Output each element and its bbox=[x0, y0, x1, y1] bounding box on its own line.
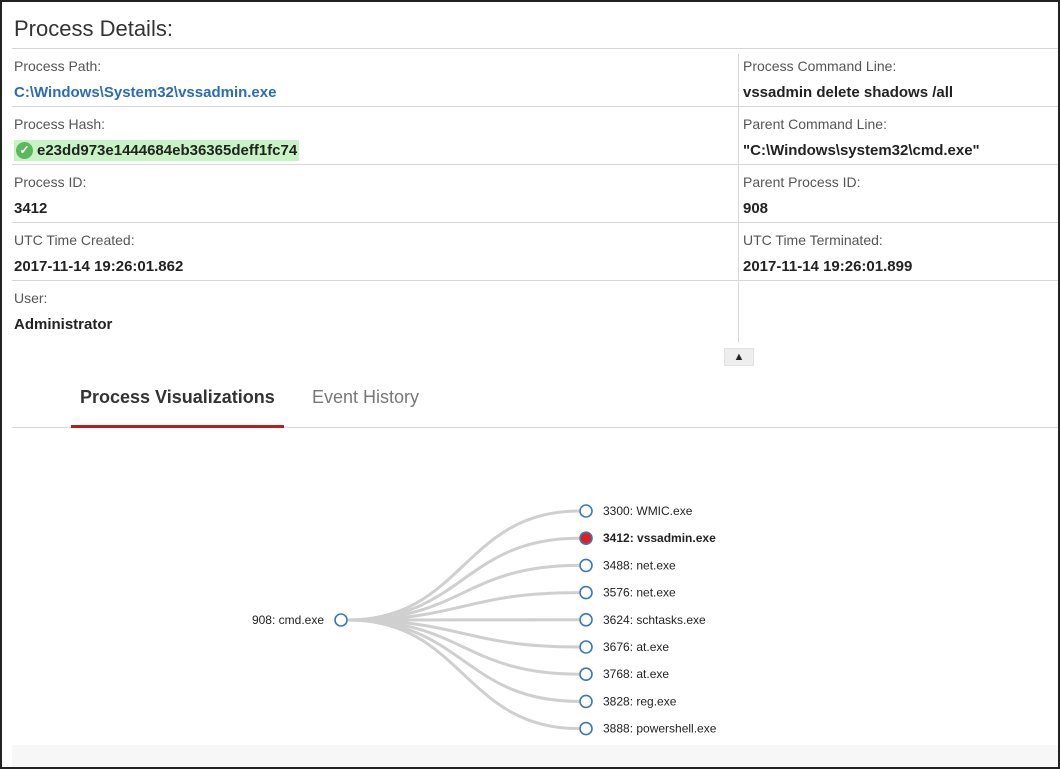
collapse-details-button[interactable]: ▲ bbox=[724, 348, 754, 366]
process-hash-value: e23dd973e1444684eb36365deff1fc74 bbox=[37, 142, 298, 159]
tree-root-node[interactable] bbox=[334, 613, 348, 627]
tree-child-node[interactable] bbox=[579, 640, 593, 654]
user-label: User: bbox=[14, 290, 48, 306]
details-grid: Process Path: C:\Windows\System32\vssadm… bbox=[12, 49, 1058, 337]
tree-child-label[interactable]: 3888: powershell.exe bbox=[603, 722, 717, 736]
tree-child-label[interactable]: 3828: reg.exe bbox=[603, 694, 677, 708]
process-path-label: Process Path: bbox=[14, 58, 102, 74]
tree-child-node[interactable] bbox=[579, 721, 593, 736]
user-value: Administrator bbox=[14, 316, 113, 333]
column-divider bbox=[738, 54, 739, 342]
process-command-line-cell: Process Command Line: vssadmin delete sh… bbox=[739, 49, 1058, 106]
details-row-hash: Process Hash: ✓ e23dd973e1444684eb36365d… bbox=[12, 107, 1058, 165]
empty-cell bbox=[739, 281, 1058, 337]
user-cell: User: Administrator bbox=[12, 281, 739, 337]
tree-child-label[interactable]: 3300: WMIC.exe bbox=[603, 504, 693, 518]
process-id-label: Process ID: bbox=[14, 174, 87, 190]
tree-edge bbox=[347, 509, 580, 622]
tree-child-node[interactable] bbox=[579, 531, 593, 545]
parent-process-id-label: Parent Process ID: bbox=[743, 174, 861, 190]
tab-process-visualizations[interactable]: Process Visualizations bbox=[71, 386, 284, 428]
details-row-user: User: Administrator bbox=[12, 281, 1058, 337]
tree-root-label: 908: cmd.exe bbox=[252, 613, 324, 627]
tree-child-label[interactable]: 3676: at.exe bbox=[603, 640, 669, 654]
parent-process-id-cell: Parent Process ID: 908 bbox=[739, 165, 1058, 222]
process-command-line-value: vssadmin delete shadows /all bbox=[743, 84, 954, 101]
time-terminated-value: 2017-11-14 19:26:01.899 bbox=[743, 258, 913, 275]
time-terminated-label: UTC Time Terminated: bbox=[743, 232, 883, 248]
process-id-value: 3412 bbox=[14, 200, 48, 217]
tree-child-label[interactable]: 3488: net.exe bbox=[603, 558, 676, 572]
parent-command-line-label: Parent Command Line: bbox=[743, 116, 887, 132]
details-row-path: Process Path: C:\Windows\System32\vssadm… bbox=[12, 49, 1058, 107]
time-created-cell: UTC Time Created: 2017-11-14 19:26:01.86… bbox=[12, 223, 739, 280]
time-created-value: 2017-11-14 19:26:01.862 bbox=[14, 258, 184, 275]
tree-child-node[interactable] bbox=[579, 667, 593, 681]
process-hash-label: Process Hash: bbox=[14, 116, 106, 132]
process-id-cell: Process ID: 3412 bbox=[12, 165, 739, 222]
parent-process-id-value: 908 bbox=[743, 200, 769, 217]
check-circle-icon: ✓ bbox=[16, 142, 33, 159]
process-path-link[interactable]: C:\Windows\System32\vssadmin.exe bbox=[14, 84, 739, 101]
details-row-time: UTC Time Created: 2017-11-14 19:26:01.86… bbox=[12, 223, 1058, 281]
process-path-cell: Process Path: C:\Windows\System32\vssadm… bbox=[12, 49, 739, 106]
tree-child-label[interactable]: 3576: net.exe bbox=[603, 586, 676, 600]
tree-child-label[interactable]: 3412: vssadmin.exe bbox=[603, 531, 716, 545]
tree-child-node[interactable] bbox=[579, 504, 593, 518]
tree-child-label[interactable]: 3624: schtasks.exe bbox=[603, 613, 706, 627]
parent-command-line-cell: Parent Command Line: "C:\Windows\system3… bbox=[739, 107, 1058, 164]
viz-footer bbox=[12, 745, 1058, 767]
process-visualization-area: 908: cmd.exe 3300: WMIC.exe 3412: vssadmin… bbox=[12, 429, 1058, 767]
tree-child-node[interactable] bbox=[579, 558, 593, 573]
tree-child-node[interactable] bbox=[579, 613, 593, 627]
process-details-panel: Process Details: Process Path: C:\Window… bbox=[0, 0, 1060, 769]
tree-child-node[interactable] bbox=[579, 694, 593, 709]
time-created-label: UTC Time Created: bbox=[14, 232, 135, 248]
process-hash-cell: Process Hash: ✓ e23dd973e1444684eb36365d… bbox=[12, 107, 739, 164]
page-title: Process Details: bbox=[14, 16, 173, 41]
process-hash-badge[interactable]: ✓ e23dd973e1444684eb36365deff1fc74 bbox=[14, 140, 300, 161]
process-tree: 908: cmd.exe 3300: WMIC.exe 3412: vssadmin… bbox=[252, 504, 717, 736]
details-row-pid: Process ID: 3412 Parent Process ID: 908 bbox=[12, 165, 1058, 223]
chevron-up-icon: ▲ bbox=[733, 350, 745, 363]
tree-edge bbox=[347, 618, 580, 731]
tab-bar: Process Visualizations Event History bbox=[12, 376, 1058, 428]
process-command-line-label: Process Command Line: bbox=[743, 58, 897, 74]
tree-child-label[interactable]: 3768: at.exe bbox=[603, 667, 669, 681]
time-terminated-cell: UTC Time Terminated: 2017-11-14 19:26:01… bbox=[739, 223, 1058, 280]
parent-command-line-value: "C:\Windows\system32\cmd.exe" bbox=[743, 142, 980, 159]
tab-event-history[interactable]: Event History bbox=[303, 386, 428, 428]
tree-child-node[interactable] bbox=[579, 585, 593, 600]
